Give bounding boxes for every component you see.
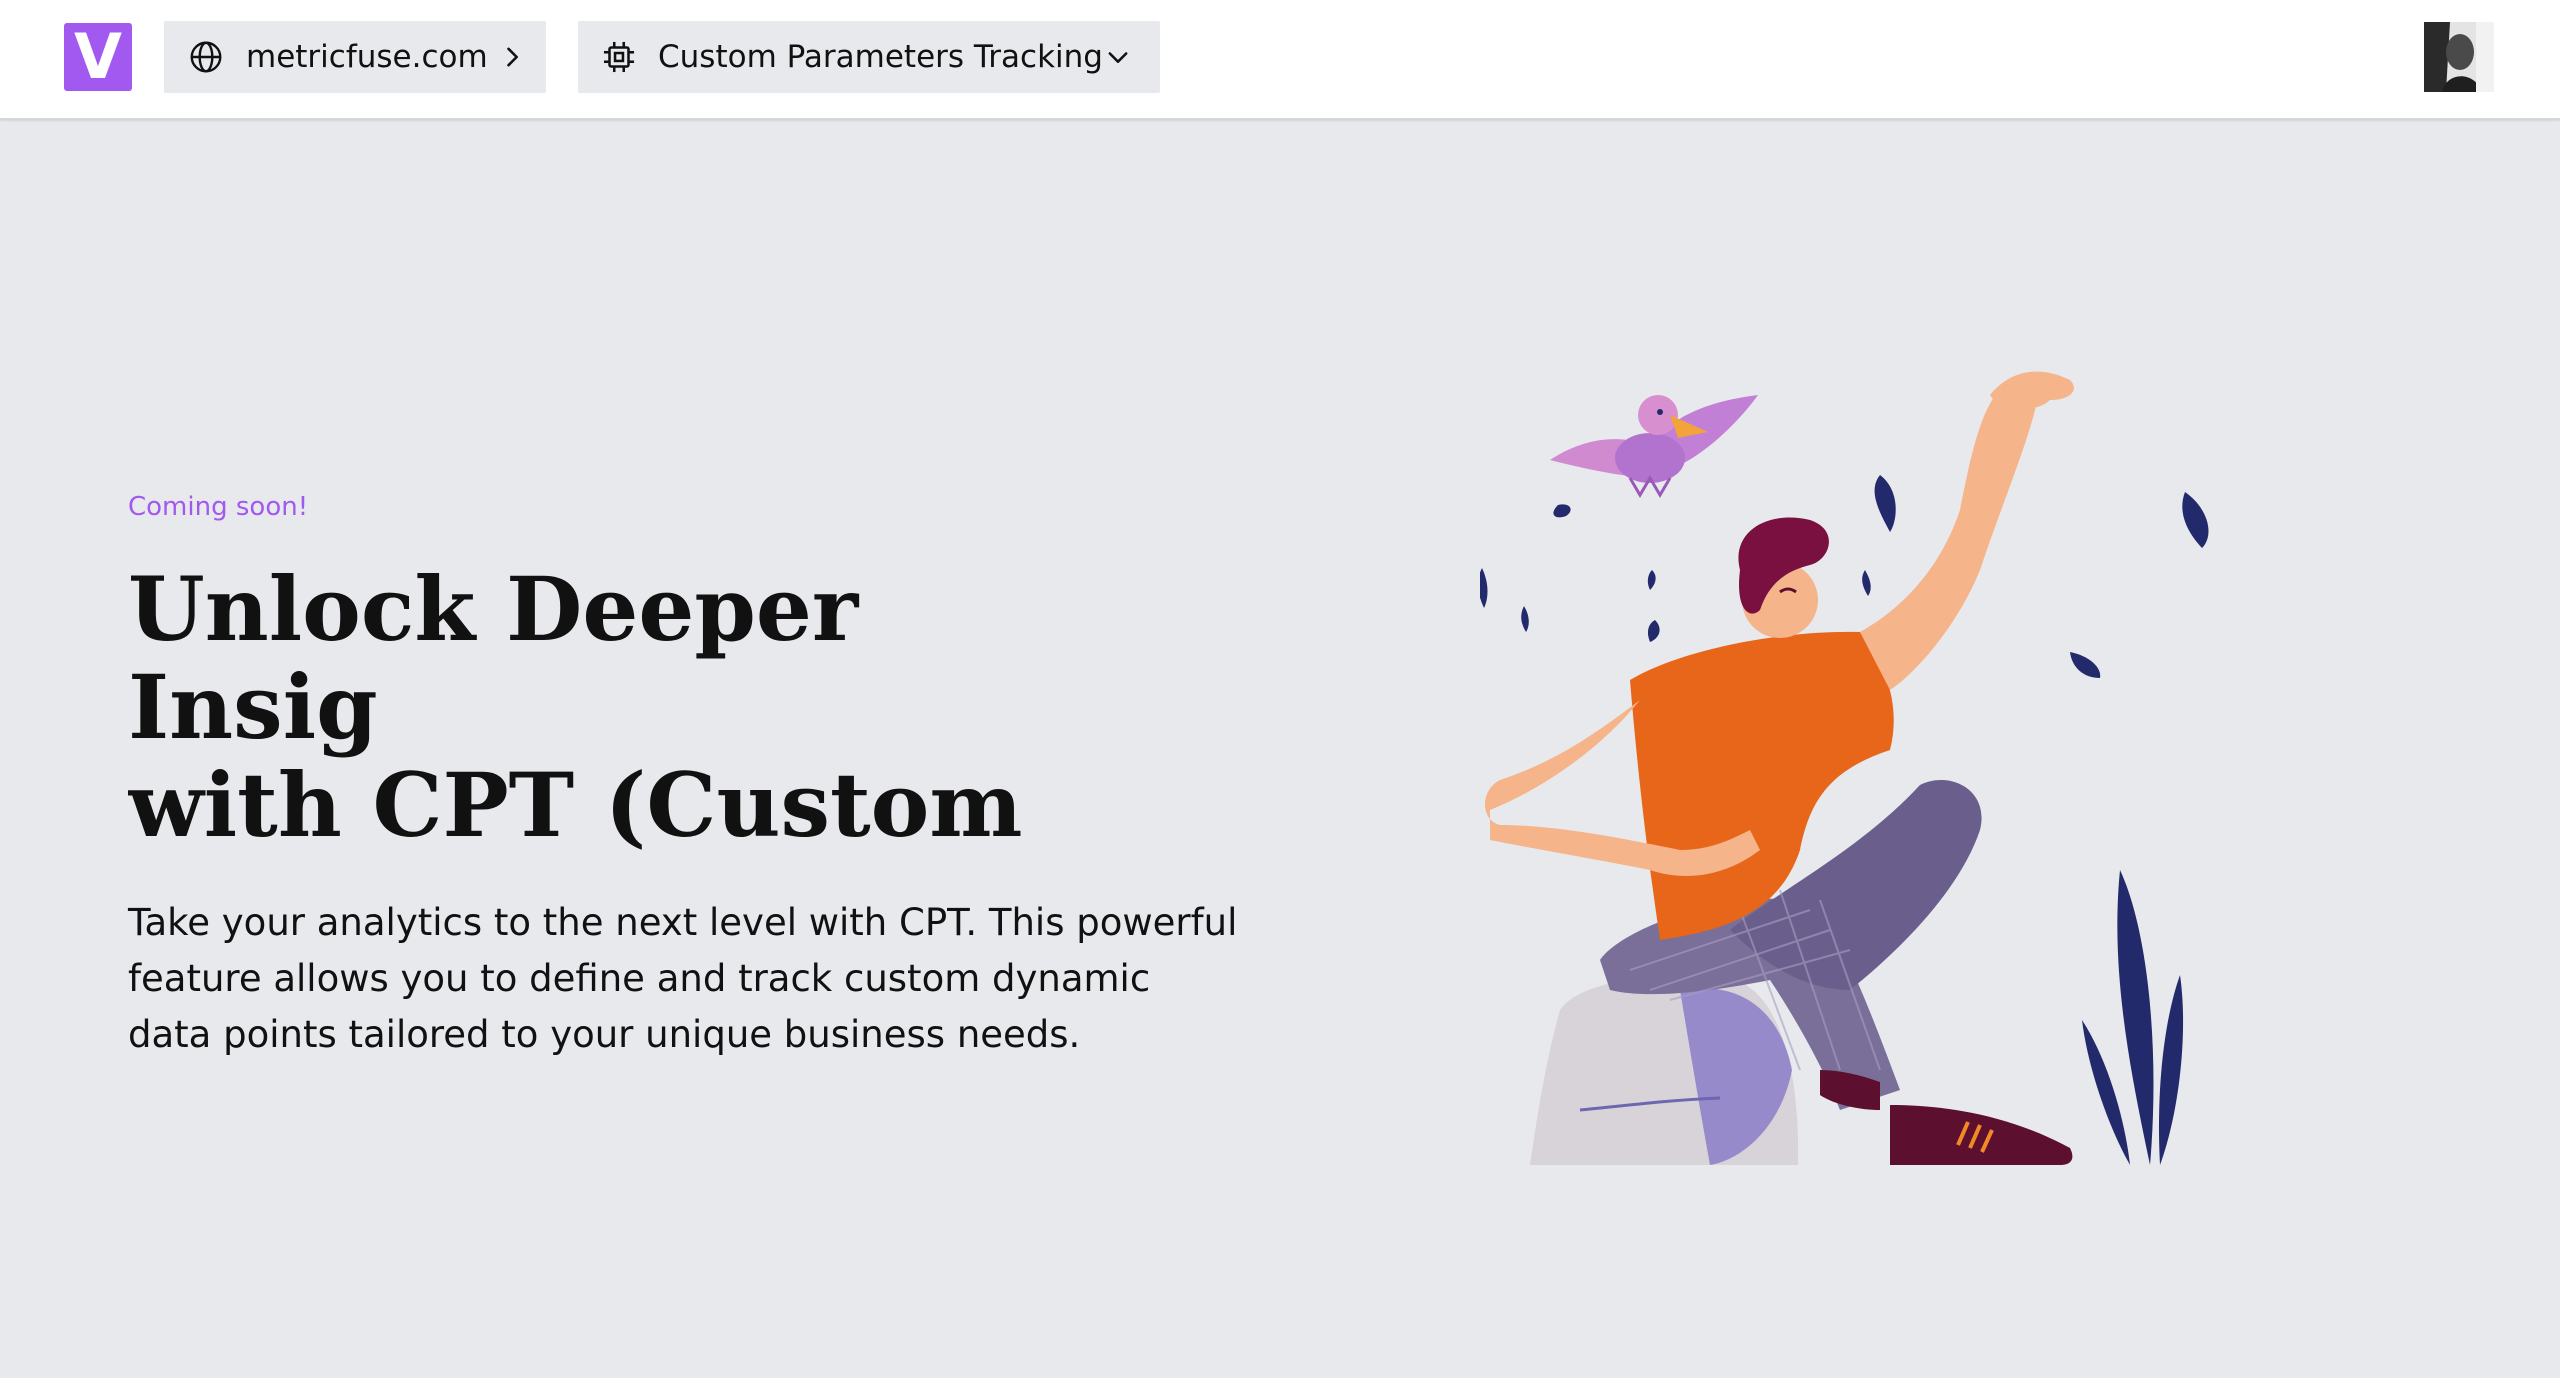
- person-with-bird-illustration: [1480, 371, 2209, 1165]
- user-avatar[interactable]: [2424, 22, 2494, 92]
- avatar-photo: [2424, 22, 2494, 92]
- headline-line: with CPT (Custom: [128, 753, 1023, 857]
- headline-line: Unlock Deeper Insig: [128, 560, 859, 759]
- site-name: metricfuse.com: [246, 39, 488, 75]
- coming-soon-label: Coming soon!: [128, 492, 309, 522]
- top-navigation-bar: V metricfuse.com Custom Parameters Track…: [0, 0, 2560, 119]
- app-logo[interactable]: V: [64, 23, 132, 91]
- project-selector-dropdown[interactable]: Custom Parameters Tracking: [578, 21, 1160, 93]
- chevron-right-icon: [507, 47, 518, 67]
- headline-line: Parameters Tracking: [128, 851, 694, 860]
- chip-icon: [603, 41, 635, 73]
- globe-icon: [190, 41, 222, 73]
- chevron-down-icon: [1108, 52, 1128, 63]
- logo-letter: V: [74, 20, 122, 93]
- project-name: Custom Parameters Tracking: [658, 39, 1103, 75]
- page-headline: Unlock Deeper Insig with CPT (Custom Par…: [128, 560, 1124, 860]
- site-selector[interactable]: metricfuse.com: [164, 21, 546, 93]
- hero-description: Take your analytics to the next level wi…: [128, 901, 1238, 1056]
